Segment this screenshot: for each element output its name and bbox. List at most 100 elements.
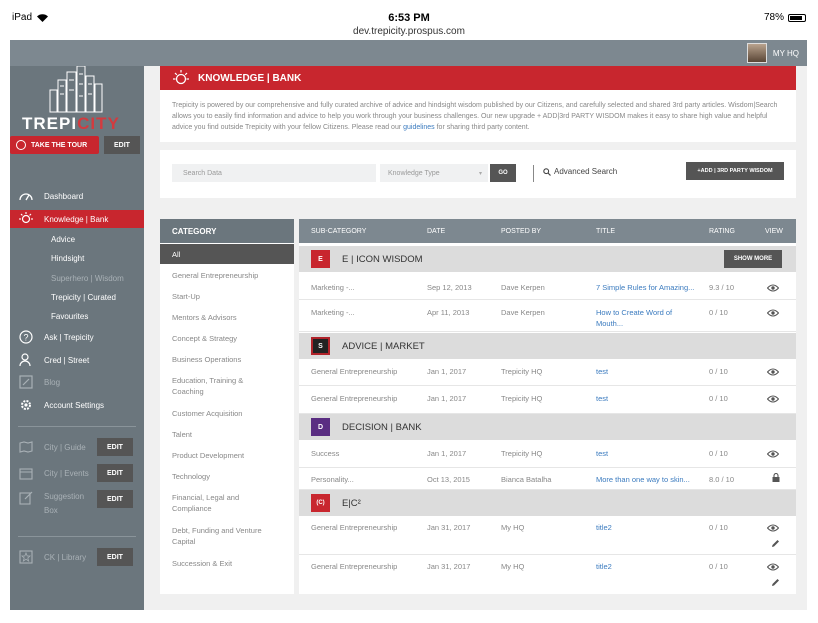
sidebar-item-label: City | Events <box>44 468 89 478</box>
cell-title-link[interactable]: More than one way to skin... <box>596 474 690 485</box>
clock: 6:53 PM <box>388 12 430 24</box>
group-header-e-icon-wisdom: E E | ICON WISDOM SHOW MORE <box>299 246 796 272</box>
cell-title-link[interactable]: test <box>596 366 608 377</box>
table-row[interactable]: General Entrepreneurship Jan 31, 2017 My… <box>299 516 796 555</box>
sidebar-divider <box>18 536 136 537</box>
user-label[interactable]: MY HQ <box>773 49 799 58</box>
category-item[interactable]: Talent <box>172 429 287 440</box>
category-item[interactable]: General Entrepreneurship <box>172 270 287 281</box>
eye-icon[interactable] <box>767 563 779 571</box>
search-bar: Search Data Knowledge Type ▾ GO Advanced… <box>160 150 796 198</box>
eye-icon[interactable] <box>767 284 779 292</box>
table-row[interactable]: General Entrepreneurship Jan 31, 2017 My… <box>299 555 796 593</box>
battery-status: 78% <box>764 12 806 23</box>
cell-title-link[interactable]: test <box>596 393 608 404</box>
cell-sub-category: General Entrepreneurship <box>311 562 398 571</box>
cell-title-link[interactable]: test <box>596 448 608 459</box>
category-item[interactable]: Education, Training & Coaching <box>172 375 262 397</box>
sidebar-sub-superhero-wisdom[interactable]: Superhero | Wisdom <box>51 274 124 283</box>
address-bar[interactable]: dev.trepicity.prospus.com <box>0 26 818 37</box>
sidebar-item-label: City | Guide <box>44 442 86 452</box>
take-tour-button[interactable]: TAKE THE TOUR <box>10 136 99 154</box>
go-button[interactable]: GO <box>490 164 516 182</box>
cell-rating: 0 / 10 <box>709 523 728 532</box>
sidebar-item-ask-trepicity[interactable]: ? Ask | Trepicity <box>10 328 144 346</box>
category-item[interactable]: Concept & Strategy <box>172 333 287 344</box>
edit-ck-library-button[interactable]: EDIT <box>97 548 133 566</box>
eye-icon[interactable] <box>767 309 779 317</box>
show-more-button[interactable]: SHOW MORE <box>724 250 782 268</box>
table-row[interactable]: Marketing -... Apr 11, 2013 Dave Kerpen … <box>299 300 796 332</box>
col-rating[interactable]: RATING <box>709 228 735 235</box>
battery-percent: 78% <box>763 12 784 23</box>
cell-title-link[interactable]: 7 Simple Rules for Amazing... <box>596 282 694 293</box>
category-item[interactable]: Mentors & Advisors <box>172 312 287 323</box>
cell-date: Oct 13, 2015 <box>427 475 470 484</box>
cell-title-link[interactable]: How to Create Word of Mouth... <box>596 307 694 329</box>
sidebar-item-account-settings[interactable]: Account Settings <box>10 396 144 414</box>
table-row[interactable]: Personality... Oct 13, 2015 Bianca Batal… <box>299 468 796 490</box>
map-icon <box>18 439 34 455</box>
e-icon-logo: E <box>311 250 330 268</box>
eye-icon[interactable] <box>767 395 779 403</box>
col-posted-by[interactable]: POSTED BY <box>501 228 541 235</box>
cell-date: Jan 31, 2017 <box>427 562 471 571</box>
category-item[interactable]: Succession & Exit <box>172 558 287 569</box>
sidebar-item-cred-street[interactable]: Cred | Street <box>10 351 144 369</box>
eye-icon[interactable] <box>767 368 779 376</box>
table-header: SUB-CATEGORY DATE POSTED BY TITLE RATING… <box>299 219 796 243</box>
table-row[interactable]: General Entrepreneurship Jan 1, 2017 Tre… <box>299 386 796 414</box>
cell-posted-by: My HQ <box>501 523 525 532</box>
sidebar-sub-trepicity-curated[interactable]: Trepicity | Curated <box>51 293 116 302</box>
cell-date: Jan 1, 2017 <box>427 394 467 403</box>
sidebar-item-label: Ask | Trepicity <box>44 332 94 342</box>
sidebar-item-dashboard[interactable]: Dashboard <box>10 187 144 205</box>
cell-sub-category: Marketing -... <box>311 283 355 292</box>
col-title[interactable]: TITLE <box>596 228 615 235</box>
knowledge-type-select[interactable]: Knowledge Type ▾ <box>380 164 488 182</box>
user-menu[interactable]: MY HQ <box>746 43 799 63</box>
avatar[interactable] <box>746 43 767 63</box>
col-date[interactable]: DATE <box>427 228 445 235</box>
guidelines-link[interactable]: guidelines <box>403 124 435 131</box>
tour-label: TAKE THE TOUR <box>31 141 88 149</box>
edit-city-guide-button[interactable]: EDIT <box>97 438 133 456</box>
edit-button[interactable]: EDIT <box>104 136 140 154</box>
category-item[interactable]: Debt, Funding and Venture Capital <box>172 525 282 547</box>
sidebar-sub-advice[interactable]: Advice <box>51 235 75 244</box>
cell-rating: 8.0 / 10 <box>709 475 735 484</box>
app-window: MY HQ TREPICITY TAKE THE TOUR EDIT Dashb… <box>10 40 807 610</box>
category-item[interactable]: Start-Up <box>172 291 287 302</box>
category-item[interactable]: Technology <box>172 471 287 482</box>
table-row[interactable]: General Entrepreneurship Jan 1, 2017 Tre… <box>299 359 796 386</box>
add-third-party-wisdom-button[interactable]: +ADD | 3RD PARTY WISDOM <box>686 162 784 180</box>
category-item-all[interactable]: All <box>160 244 294 264</box>
cell-title-link[interactable]: title2 <box>596 561 612 572</box>
category-item[interactable]: Product Development <box>172 450 287 461</box>
edit-suggestion-box-button[interactable]: EDIT <box>97 490 133 508</box>
col-sub-category[interactable]: SUB-CATEGORY <box>311 228 366 235</box>
category-item[interactable]: Financial, Legal and Compliance <box>172 492 262 514</box>
sidebar-sub-hindsight[interactable]: Hindsight <box>51 254 84 263</box>
lock-icon <box>772 473 780 482</box>
lightbulb-icon <box>173 70 189 85</box>
knowledge-table: SUB-CATEGORY DATE POSTED BY TITLE RATING… <box>299 219 796 594</box>
category-item[interactable]: Business Operations <box>172 354 287 365</box>
cell-title-link[interactable]: title2 <box>596 522 612 533</box>
sidebar-item-label: Knowledge | Bank <box>44 214 109 224</box>
search-input[interactable]: Search Data <box>172 164 376 182</box>
sidebar-sub-favourites[interactable]: Favourites <box>51 312 88 321</box>
logo-wordmark: TREPICITY <box>22 114 120 134</box>
pencil-icon[interactable] <box>771 578 780 587</box>
advanced-search-link[interactable]: Advanced Search <box>543 167 617 176</box>
category-item[interactable]: Customer Acquisition <box>172 408 287 419</box>
sidebar-item-blog[interactable]: Blog <box>10 373 144 391</box>
table-row[interactable]: Success Jan 1, 2017 Trepicity HQ test 0 … <box>299 441 796 468</box>
sidebar-item-knowledge-bank[interactable]: Knowledge | Bank <box>10 210 144 228</box>
pencil-icon[interactable] <box>771 539 780 548</box>
eye-icon[interactable] <box>767 524 779 532</box>
edit-city-events-button[interactable]: EDIT <box>97 464 133 482</box>
eye-icon[interactable] <box>767 450 779 458</box>
table-row[interactable]: Marketing -... Sep 12, 2013 Dave Kerpen … <box>299 273 796 300</box>
category-header: CATEGORY <box>160 219 294 243</box>
